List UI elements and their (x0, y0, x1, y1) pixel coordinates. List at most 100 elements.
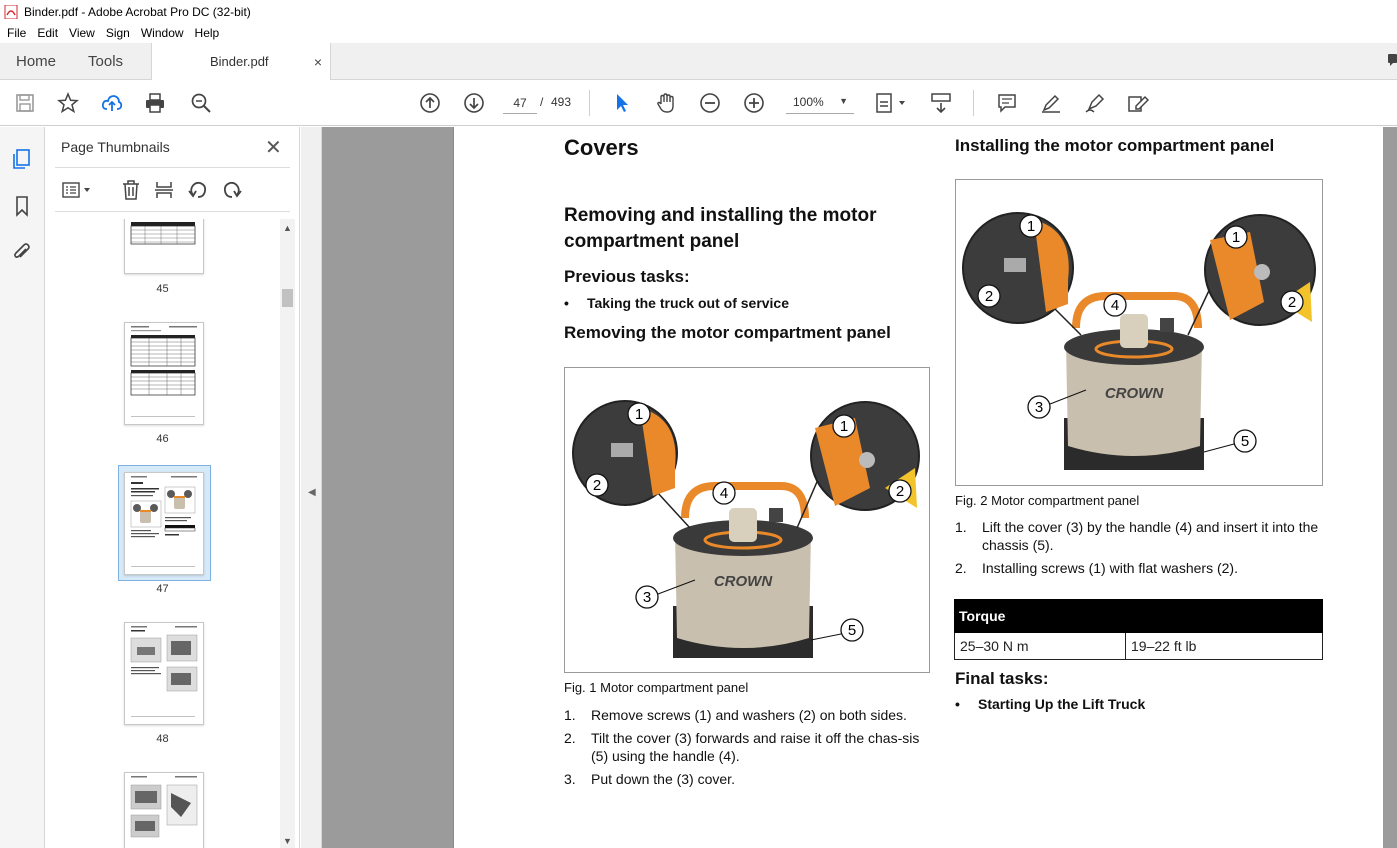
step-number: 3. (564, 771, 576, 787)
step-number: 2. (955, 560, 967, 576)
callout-2: 2 (896, 483, 904, 500)
highlight-pen-icon[interactable] (1039, 91, 1063, 115)
chevron-down-icon: ▼ (839, 96, 848, 106)
extract-pages-icon[interactable] (153, 179, 175, 201)
removing-steps: 1. Remove screws (1) and washers (2) on … (564, 706, 934, 788)
attachments-icon[interactable] (11, 241, 33, 263)
zoom-out-icon[interactable] (698, 91, 722, 115)
brand-text: CROWN (714, 573, 773, 590)
close-panel-icon[interactable]: ✕ (265, 135, 282, 160)
zoom-value: 100% (793, 95, 824, 109)
step-text: Tilt the cover (3) forwards and raise it… (591, 730, 920, 764)
removing-heading: Removing the motor compartment panel (564, 323, 891, 342)
scroll-down-icon[interactable]: ▼ (283, 836, 292, 846)
zoom-search-icon[interactable] (189, 91, 213, 115)
callout-3: 3 (1035, 399, 1043, 416)
thumbnail-page-49[interactable] (124, 772, 204, 848)
callout-1: 1 (1232, 229, 1240, 246)
rotate-clockwise-icon[interactable] (221, 179, 243, 201)
window-title: Binder.pdf - Adobe Acrobat Pro DC (32-bi… (24, 4, 251, 19)
step-item: 1. Remove screws (1) and washers (2) on … (564, 706, 934, 724)
motor-panel-illustration-2: CROWN 1 2 1 2 4 3 5 (962, 212, 1316, 470)
zoom-in-icon[interactable] (742, 91, 766, 115)
torque-imperial: 19–22 ft lb (1131, 638, 1197, 654)
panel-divider (55, 167, 290, 168)
page-preview (130, 476, 197, 567)
thumbnail-tools (55, 175, 290, 205)
zoom-dropdown[interactable]: 100% ▼ (786, 92, 854, 114)
step-number: 1. (564, 707, 576, 723)
bookmarks-icon[interactable] (11, 195, 33, 217)
select-cursor-icon[interactable] (610, 91, 634, 115)
page-number-input[interactable]: 47 (503, 92, 537, 114)
thumbnail-page-46[interactable] (124, 322, 204, 425)
chat-help-icon[interactable] (1385, 53, 1397, 67)
fill-sign-icon[interactable] (1126, 91, 1150, 115)
callout-4: 4 (1111, 297, 1119, 314)
menu-edit[interactable]: Edit (33, 26, 62, 40)
step-number: 1. (955, 519, 967, 535)
scrollbar-thumb[interactable] (282, 289, 293, 307)
panel-collapse-strip[interactable]: ◀ (301, 127, 322, 848)
page-preview (130, 326, 197, 417)
tab-bar: Home Tools Binder.pdf × (0, 43, 1397, 80)
hand-tool-icon[interactable] (654, 91, 678, 115)
thumbnail-label: 45 (156, 283, 169, 295)
menu-file[interactable]: File (3, 26, 30, 40)
rotate-counterclockwise-icon[interactable] (187, 179, 209, 201)
page-heading: Covers (564, 135, 639, 160)
callout-1: 1 (840, 418, 848, 435)
menu-sign[interactable]: Sign (102, 26, 134, 40)
fit-page-icon[interactable] (874, 91, 910, 115)
tab-document[interactable]: Binder.pdf × (151, 43, 331, 80)
main-toolbar: 47 / 493 100% ▼ (0, 80, 1397, 126)
close-tab-icon[interactable]: × (314, 54, 322, 70)
motor-panel-illustration-1: CROWN 1 2 1 2 4 3 5 (572, 400, 920, 658)
installing-steps: 1. Lift the cover (3) by the handle (4) … (955, 518, 1325, 577)
next-page-icon[interactable] (462, 91, 486, 115)
panel-title: Page Thumbnails (61, 139, 170, 155)
step-text: Installing screws (1) with flat washers … (982, 560, 1238, 576)
torque-metric: 25–30 N m (955, 633, 1126, 659)
draw-pen-icon[interactable] (1083, 91, 1107, 115)
callout-3: 3 (643, 589, 651, 606)
tab-home[interactable]: Home (0, 43, 72, 80)
final-task-text: Starting Up the Lift Truck (978, 696, 1146, 712)
collapse-arrow-icon[interactable]: ◀ (308, 487, 316, 498)
page-thumbnails-icon[interactable] (11, 148, 33, 170)
section-title: Removing and installing the motor compar… (564, 205, 877, 252)
figure-2: CROWN 1 2 1 2 4 3 5 (955, 179, 1323, 486)
torque-header: Torque (954, 599, 1323, 633)
previous-task-text: Taking the truck out of service (587, 295, 790, 311)
document-viewport[interactable]: Covers Removing and installing the motor… (322, 127, 1397, 848)
thumbnail-page-45[interactable] (124, 219, 204, 274)
delete-page-icon[interactable] (120, 179, 142, 201)
acrobat-icon (4, 4, 18, 19)
callout-1: 1 (1027, 218, 1035, 235)
step-item: 2. Tilt the cover (3) forwards and raise… (564, 729, 934, 765)
options-menu-icon[interactable] (61, 179, 95, 201)
bookmark-star-icon[interactable] (56, 91, 80, 115)
print-icon[interactable] (143, 91, 167, 115)
thumbnail-page-48[interactable] (124, 622, 204, 725)
callout-2: 2 (593, 477, 601, 494)
thumbnail-page-47[interactable] (124, 472, 204, 575)
page-separator: / (540, 95, 544, 109)
previous-page-icon[interactable] (418, 91, 442, 115)
thumbnail-scrollbar[interactable]: ▲ ▼ (280, 219, 295, 848)
left-nav-rail (0, 127, 45, 848)
menu-window[interactable]: Window (137, 26, 188, 40)
scroll-mode-icon[interactable] (929, 91, 953, 115)
callout-1: 1 (635, 406, 643, 423)
menu-help[interactable]: Help (191, 26, 224, 40)
table-row: 25–30 N m 19–22 ft lb (954, 633, 1323, 660)
cloud-upload-icon[interactable] (100, 91, 124, 115)
save-icon[interactable] (13, 91, 37, 115)
final-tasks-heading: Final tasks: (955, 669, 1049, 688)
tab-tools[interactable]: Tools (72, 43, 139, 80)
callout-5: 5 (1241, 433, 1249, 450)
comment-icon[interactable] (995, 91, 1019, 115)
menu-view[interactable]: View (65, 26, 99, 40)
toolbar-divider (589, 90, 590, 116)
scroll-up-icon[interactable]: ▲ (283, 223, 292, 233)
